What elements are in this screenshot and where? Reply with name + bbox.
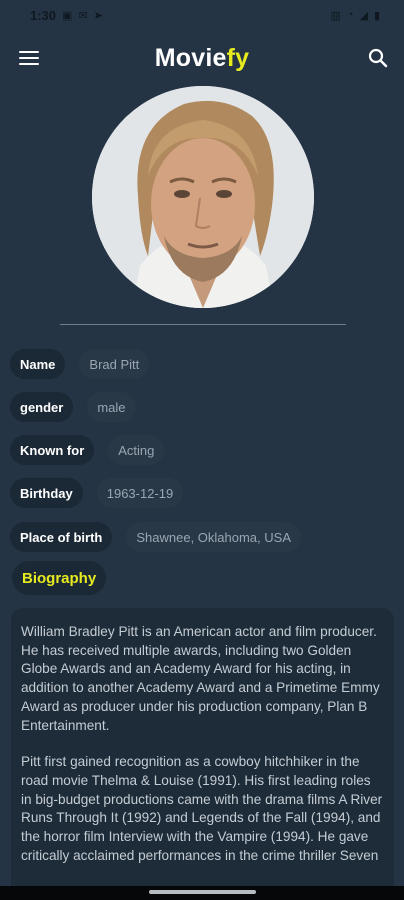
gender-label: gender (10, 392, 74, 422)
menu-icon-line (19, 56, 39, 60)
biography-heading: Biography (12, 561, 107, 595)
notification-icon: ✉ (78, 9, 88, 22)
profile-avatar (92, 86, 314, 308)
birthday-value: 1963-12-19 (96, 478, 184, 508)
name-label: Name (10, 349, 66, 379)
portrait-image (92, 86, 314, 308)
home-handle[interactable] (149, 890, 256, 894)
app-bar: Moviefy (0, 36, 404, 80)
brand-part-white: Movie (154, 43, 227, 72)
info-row-place-of-birth: Place of birth Shawnee, Oklahoma, USA (10, 522, 301, 552)
status-bar: 1:30 ▣ ✉ ➤ ▥ ◔ ◢ ▮ (0, 0, 404, 30)
menu-button[interactable] (18, 48, 40, 68)
send-icon: ➤ (93, 9, 103, 22)
biography-paragraph: William Bradley Pitt is an American acto… (21, 624, 380, 733)
info-row-name: Name Brad Pitt (10, 349, 150, 379)
info-row-gender: gender male (10, 392, 136, 422)
name-value: Brad Pitt (79, 349, 150, 379)
known-for-value: Acting (108, 435, 165, 465)
menu-icon-line (19, 62, 39, 65)
search-button[interactable] (366, 46, 390, 70)
battery-icon: ▮ (373, 9, 380, 22)
wifi-icon: ◔ (346, 9, 354, 21)
place-of-birth-label: Place of birth (10, 522, 113, 552)
info-row-known-for: Known for Acting (10, 435, 165, 465)
menu-icon-line (19, 51, 39, 54)
info-row-birthday: Birthday 1963-12-19 (10, 478, 184, 508)
app-logo: Moviefy (155, 44, 250, 73)
vibrate-icon: ▥ (330, 9, 341, 22)
biography-card[interactable]: William Bradley Pitt is an American acto… (11, 608, 394, 900)
place-of-birth-value: Shawnee, Oklahoma, USA (126, 522, 301, 552)
signal-icon: ◢ (359, 9, 368, 22)
birthday-label: Birthday (10, 478, 83, 508)
biography-paragraph: Pitt first gained recognition as a cowbo… (21, 754, 383, 863)
known-for-label: Known for (10, 435, 95, 465)
brand-part-yellow: fy (226, 43, 250, 72)
media-icon: ▣ (62, 9, 73, 22)
search-icon (368, 48, 388, 68)
status-time: 1:30 (30, 7, 57, 23)
divider (60, 324, 346, 325)
gender-value: male (87, 392, 136, 422)
